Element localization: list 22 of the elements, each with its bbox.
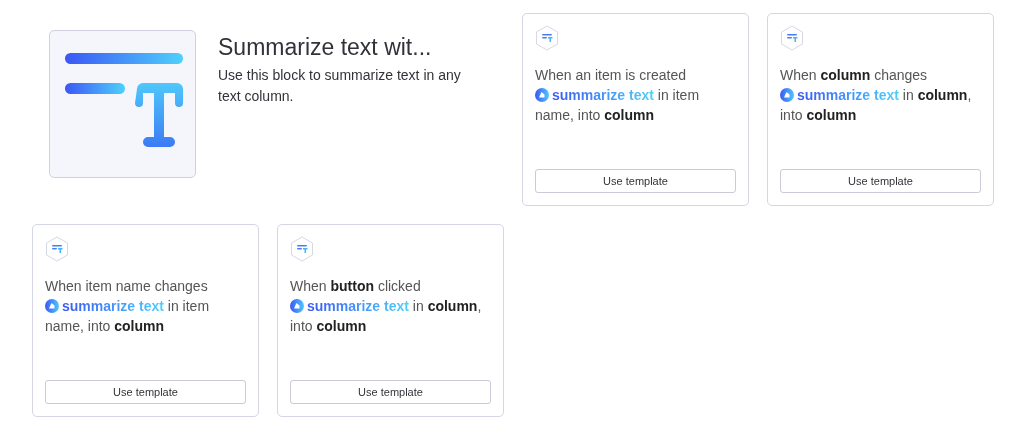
trigger-text: When column changes bbox=[780, 66, 929, 85]
action-text: summarize text in column, into column bbox=[290, 297, 483, 336]
summarize-icon bbox=[45, 236, 69, 262]
action-text: summarize text in item name, into column bbox=[535, 86, 701, 125]
use-template-button[interactable]: Use template bbox=[290, 380, 491, 404]
automation-icon bbox=[780, 88, 794, 102]
automation-icon bbox=[290, 299, 304, 313]
block-description: Use this block to summarize text in any text column. bbox=[218, 66, 462, 106]
action-text: summarize text in item name, into column bbox=[45, 297, 211, 336]
trigger-text: When button clicked bbox=[290, 277, 422, 296]
block-title: Summarize text wit... bbox=[218, 33, 433, 62]
use-template-button[interactable]: Use template bbox=[780, 169, 981, 193]
use-template-button[interactable]: Use template bbox=[45, 380, 246, 404]
summarize-icon bbox=[535, 25, 559, 51]
automation-icon bbox=[45, 299, 59, 313]
trigger-text: When an item is created bbox=[535, 66, 687, 85]
automation-icon bbox=[535, 88, 549, 102]
action-text: summarize text in column, into column bbox=[780, 86, 973, 125]
summarize-icon bbox=[290, 236, 314, 262]
use-template-button[interactable]: Use template bbox=[535, 169, 736, 193]
trigger-text: When item name changes bbox=[45, 277, 209, 296]
summarize-icon bbox=[780, 25, 804, 51]
